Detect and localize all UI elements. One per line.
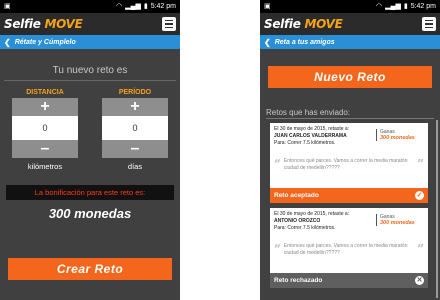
close-quote-icon: ” [417,242,424,256]
screen-subtitle-bar[interactable]: ❮ Rétate y Cúmplelo [0,35,180,49]
distance-minus-button[interactable]: – [12,140,78,158]
wifi-icon: ◠ [376,3,383,10]
status-bar: ▣ ◠ ▂▄▆ ▮ 5:42 pm [260,0,440,13]
card-message: “ Entonces qué parces. Vamos a correr la… [274,158,424,172]
battery-icon: ▮ [143,3,148,10]
scrollbar[interactable] [436,120,438,298]
wifi-icon: ◠ [116,3,123,10]
distance-value[interactable]: 0 [12,116,78,140]
steppers: DISTANCIA + 0 – kilómetros PERÍODO + 0 –… [0,89,180,171]
right-screen: ▣ ◠ ▂▄▆ ▮ 5:42 pm Selfie MOVE ❮ Reta a t… [260,0,440,300]
create-challenge-button[interactable]: Crear Reto [8,258,172,280]
challenge-card[interactable]: El 30 de mayo de 2015, retaste a: ANTONI… [270,208,428,288]
card-status-rejected: Reto rechazado ✕ [270,273,428,288]
card-goal: Para: Correr 7.5 kilómetros. [274,224,336,231]
close-quote-icon: ” [417,157,424,171]
screen-subtitle: Reta a tus amigos [274,38,335,46]
challenge-card[interactable]: El 30 de mayo de 2015, retaste a: JUAN C… [270,123,428,203]
back-chevron-icon[interactable]: ❮ [264,38,271,47]
bonus-text: La bonificación para este reto es: [6,185,174,200]
card-recipient-name: JUAN CARLOS VALDERRAMA [274,132,347,139]
card-status-text: Reto aceptado [274,192,319,199]
distance-stepper: DISTANCIA + 0 – kilómetros [12,89,78,171]
app-bar: Selfie MOVE [260,13,440,35]
gain-value: 300 monedas [380,220,415,226]
card-message: “ Entonces qué parces. Vamos a correr la… [274,243,424,257]
clock: 5:42 pm [410,3,436,10]
back-chevron-icon[interactable]: ❮ [4,38,11,47]
clock: 5:42 pm [150,3,176,10]
distance-plus-button[interactable]: + [12,98,78,116]
battery-icon: ▮ [403,3,408,10]
close-icon: ✕ [415,276,424,285]
gain-value: 300 monedas [380,135,415,141]
card-message-text: Entonces qué parces. Vamos a correr la m… [283,243,408,256]
card-status-accepted: Reto aceptado ✓ [270,188,428,203]
distance-unit: kilómetros [27,162,63,171]
card-gain: Ganas 300 monedas [376,129,422,141]
app-bar: Selfie MOVE [0,13,180,35]
app-notification-icon: ▣ [4,3,11,10]
reto-title: Tu nuevo reto es [52,65,128,76]
card-date-line: El 30 de mayo de 2015, retaste a: [274,211,350,217]
distance-label: DISTANCIA [26,89,64,96]
period-minus-button[interactable]: – [102,140,168,158]
left-screen: ▣ ◠ ▂▄▆ ▮ 5:42 pm Selfie MOVE ❮ Rétate y… [0,0,180,300]
divider [266,118,434,119]
app-logo: Selfie MOVE [264,17,343,31]
open-quote-icon: “ [274,242,281,256]
menu-button[interactable] [162,17,176,31]
status-bar: ▣ ◠ ▂▄▆ ▮ 5:42 pm [0,0,180,13]
menu-button[interactable] [422,17,436,31]
signal-icon: ▂▄▆ [385,3,401,10]
menu-icon [425,19,433,22]
period-plus-button[interactable]: + [102,98,168,116]
card-gain: Ganas 300 monedas [376,214,422,226]
menu-icon [165,19,173,22]
card-date-line: El 30 de mayo de 2015, retaste a: [274,126,350,132]
period-stepper: PERÍODO + 0 – días [102,89,168,171]
signal-icon: ▂▄▆ [125,3,141,10]
period-unit: días [127,162,143,171]
open-quote-icon: “ [274,157,281,171]
period-label: PERÍODO [118,89,152,96]
card-status-text: Reto rechazado [274,277,323,284]
card-goal: Para: Correr 7.5 kilómetros. [274,139,336,146]
screen-subtitle: Rétate y Cúmplelo [14,38,76,46]
card-message-text: Entonces qué parces. Vamos a correr la m… [283,158,408,171]
check-icon: ✓ [415,191,424,200]
card-recipient-name: ANTONIO OROZCO [274,217,321,224]
screen-subtitle-bar[interactable]: ❮ Reta a tus amigos [260,35,440,49]
sent-challenges-label: Retos que has enviado: [266,108,351,117]
divider [4,80,176,81]
bonus-amount: 300 monedas [48,206,132,221]
app-notification-icon: ▣ [264,3,271,10]
period-value[interactable]: 0 [102,116,168,140]
new-challenge-button[interactable]: Nuevo Reto [268,66,432,88]
app-logo: Selfie MOVE [4,17,83,31]
